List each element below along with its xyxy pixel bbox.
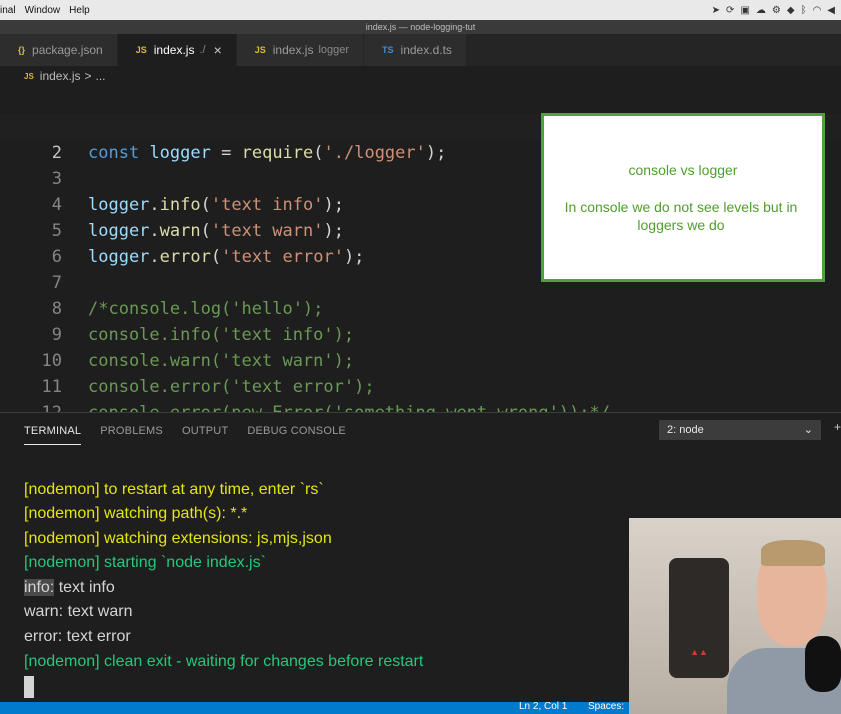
menu-terminal[interactable]: inal bbox=[0, 5, 25, 16]
js-file-icon: JS bbox=[135, 45, 147, 55]
terminal-line: [nodemon] starting `node index.js` bbox=[24, 554, 266, 571]
chevron-down-icon: ⌄ bbox=[803, 424, 813, 436]
terminal-line: [nodemon] clean exit - waiting for chang… bbox=[24, 653, 424, 670]
ts-file-icon: TS bbox=[382, 45, 394, 55]
js-file-icon: JS bbox=[24, 71, 34, 81]
annotation-note: console vs logger In console we do not s… bbox=[541, 113, 825, 282]
settings-icon[interactable]: ⚙ bbox=[772, 5, 781, 16]
terminal-select-value: 2: node bbox=[667, 424, 704, 436]
note-body: In console we do not see levels but in l… bbox=[564, 199, 798, 233]
terminal-line: error: text error bbox=[24, 628, 131, 645]
mac-menubar: inal Window Help ➤ ⟳ ▣ ☁ ⚙ ◆ ᛒ ◠ ◀ bbox=[0, 0, 841, 20]
tab-label: package.json bbox=[32, 43, 103, 57]
menu-help[interactable]: Help bbox=[69, 5, 99, 16]
breadcrumb-file[interactable]: index.js bbox=[40, 69, 81, 83]
tab-index-js-logger[interactable]: JS index.js logger bbox=[236, 34, 365, 66]
window-title: index.js — node-logging-tut bbox=[0, 20, 841, 34]
menu-window[interactable]: Window bbox=[25, 5, 70, 16]
js-file-icon: JS bbox=[254, 45, 266, 55]
box-icon[interactable]: ▣ bbox=[740, 5, 749, 16]
editor-tabbar: {} package.json JS index.js ./ × JS inde… bbox=[0, 34, 841, 66]
breadcrumb-separator: > bbox=[84, 69, 92, 83]
tab-index-js-active[interactable]: JS index.js ./ × bbox=[117, 34, 237, 66]
code-line[interactable]: 1 const logger = require('./logger'); bbox=[0, 88, 841, 163]
tab-output[interactable]: OUTPUT bbox=[182, 425, 228, 437]
tab-label: index.js bbox=[272, 43, 314, 57]
tab-label: index.js bbox=[153, 43, 195, 57]
tab-debug-console[interactable]: DEBUG CONSOLE bbox=[247, 425, 346, 437]
cloud-icon[interactable]: ☁ bbox=[756, 5, 766, 16]
tab-terminal[interactable]: TERMINAL bbox=[24, 425, 82, 445]
note-title: console vs logger bbox=[628, 162, 738, 178]
terminal-line: info: text info bbox=[24, 576, 115, 600]
add-terminal-icon[interactable]: + bbox=[834, 420, 841, 434]
bluetooth-icon[interactable]: ᛒ bbox=[801, 5, 807, 16]
breadcrumb: JS index.js > ... bbox=[0, 66, 841, 86]
close-icon[interactable]: × bbox=[214, 42, 222, 58]
tab-package-json[interactable]: {} package.json bbox=[0, 34, 118, 66]
info-text: text info bbox=[58, 579, 115, 596]
tab-description: ./ bbox=[199, 44, 206, 56]
terminal-cursor bbox=[24, 676, 34, 698]
terminal-line: [nodemon] watching path(s): *.* bbox=[24, 505, 248, 522]
webcam-overlay: ▲▲ bbox=[629, 518, 841, 714]
breadcrumb-more[interactable]: ... bbox=[96, 69, 106, 83]
tab-description: logger bbox=[318, 44, 350, 56]
location-icon[interactable]: ➤ bbox=[712, 5, 720, 16]
dropbox-icon[interactable]: ◆ bbox=[787, 5, 795, 16]
tab-index-d-ts[interactable]: TS index.d.ts bbox=[364, 34, 467, 66]
terminal-line: [nodemon] to restart at any time, enter … bbox=[24, 481, 324, 498]
cursor-position[interactable]: Ln 2, Col 1 bbox=[519, 701, 567, 712]
code-line[interactable]: 11 console.error(new Error('something we… bbox=[0, 348, 841, 423]
chair-logo-icon: ▲▲ bbox=[690, 647, 708, 657]
sync-icon[interactable]: ⟳ bbox=[726, 5, 734, 16]
terminal-line: [nodemon] watching extensions: js,mjs,js… bbox=[24, 530, 332, 547]
indentation-setting[interactable]: Spaces: bbox=[588, 701, 624, 712]
tab-problems[interactable]: PROBLEMS bbox=[100, 425, 163, 437]
menubar-status-icons: ➤ ⟳ ▣ ☁ ⚙ ◆ ᛒ ◠ ◀ bbox=[712, 5, 841, 16]
terminal-select[interactable]: 2: node ⌄ bbox=[659, 420, 821, 440]
tab-label: index.d.ts bbox=[400, 43, 452, 57]
code-line[interactable]: 12 bbox=[0, 374, 841, 423]
volume-icon[interactable]: ◀ bbox=[827, 5, 835, 16]
webcam-person-hair bbox=[761, 540, 825, 566]
code-line[interactable]: 9 console.warn('text warn'); bbox=[0, 296, 841, 371]
code-line[interactable]: 10 console.error('text error'); bbox=[0, 322, 841, 397]
microphone-icon bbox=[805, 636, 841, 692]
terminal-line: warn: text warn bbox=[24, 603, 133, 620]
wifi-icon[interactable]: ◠ bbox=[813, 5, 822, 16]
json-file-icon: {} bbox=[18, 45, 26, 55]
info-level-prefix: info: bbox=[24, 579, 55, 596]
